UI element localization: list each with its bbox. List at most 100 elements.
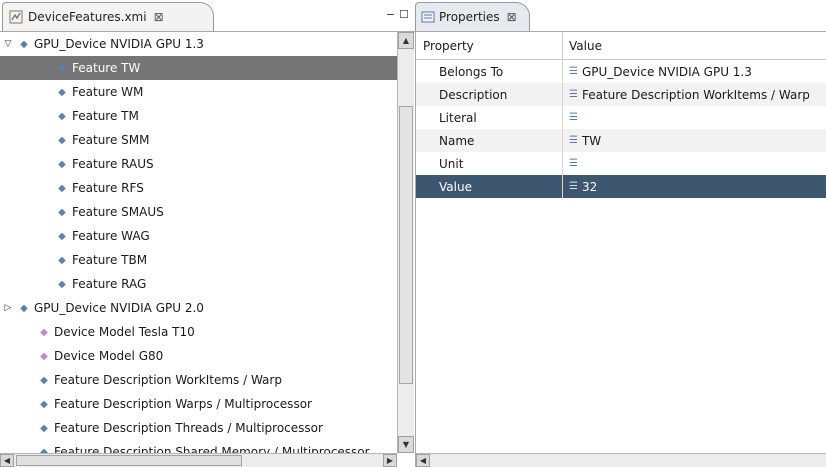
tree-row-label: GPU_Device NVIDIA GPU 1.3: [34, 37, 204, 51]
property-row[interactable]: Description ☰ Feature Description WorkItem…: [416, 83, 826, 106]
tree-row-label: Feature Description WorkItems / Warp: [54, 373, 282, 387]
blue-diamond-icon: ◆: [20, 302, 28, 314]
property-name: Value: [416, 175, 563, 198]
tree-row[interactable]: ◆ Feature SMM: [0, 128, 397, 152]
header-value[interactable]: Value: [563, 32, 602, 59]
blue-diamond-icon: ◆: [40, 422, 48, 434]
property-row[interactable]: Literal ☰: [416, 106, 826, 129]
scroll-left-icon[interactable]: ◀: [416, 454, 430, 467]
tree-row-label: Feature RFS: [72, 181, 144, 195]
properties-tab[interactable]: Properties ⊠: [415, 2, 530, 31]
blue-diamond-icon: ◆: [58, 182, 66, 194]
collapsed-twisty-icon[interactable]: ▷: [2, 303, 14, 313]
tree-row-label: Device Model Tesla T10: [54, 325, 195, 339]
property-name: Unit: [416, 152, 563, 175]
value-icon: ☰: [569, 135, 578, 146]
blue-diamond-icon: ◆: [40, 398, 48, 410]
property-value: Feature Description WorkItems / Warp: [581, 87, 810, 102]
properties-pane: Properties ⊠ Property Value Belongs To ☰ G…: [415, 0, 826, 467]
model-tree[interactable]: ▽ ◆ GPU_Device NVIDIA GPU 1.3 ◆ Feature TW ◆ F…: [0, 32, 397, 453]
tree-row-label: Feature Description Threads / Multiproce…: [54, 421, 323, 435]
property-value-cell[interactable]: ☰ 32: [563, 175, 597, 198]
property-name: Name: [416, 129, 563, 152]
close-icon[interactable]: ⊠: [154, 10, 164, 24]
close-icon[interactable]: ⊠: [507, 10, 517, 24]
tree-row[interactable]: ◆ Feature RFS: [0, 176, 397, 200]
scroll-left-icon[interactable]: ◀: [0, 454, 14, 467]
scroll-up-icon[interactable]: ▲: [398, 32, 414, 49]
property-value: TW: [581, 133, 602, 148]
tree-row[interactable]: ◆ Feature RAUS: [0, 152, 397, 176]
minimize-icon[interactable]: −: [386, 8, 395, 21]
tree-row[interactable]: ◆ Feature TW: [0, 56, 397, 80]
property-value: 32: [581, 179, 598, 194]
properties-icon: [421, 9, 435, 25]
tree-row[interactable]: ◆ Feature WAG: [0, 224, 397, 248]
pink-diamond-icon: ◆: [40, 350, 48, 362]
tree-row[interactable]: ◆ Feature Description Shared Memory / Mul…: [0, 440, 397, 453]
tree-row[interactable]: ◆ Device Model Tesla T10: [0, 320, 397, 344]
property-row[interactable]: Belongs To ☰ GPU_Device NVIDIA GPU 1.3: [416, 60, 826, 83]
tree-row[interactable]: ◆ Feature Description Warps / Multiproces…: [0, 392, 397, 416]
tree-row[interactable]: ◆ Device Model G80: [0, 344, 397, 368]
editor-tab-bar: DeviceFeatures.xmi ⊠ − ☐: [0, 0, 415, 32]
tree-vertical-scrollbar[interactable]: ▲ ▼: [397, 32, 414, 453]
property-value-cell[interactable]: ☰: [563, 152, 582, 175]
tree-row-label: Device Model G80: [54, 349, 164, 363]
property-value-cell[interactable]: ☰: [563, 106, 582, 129]
tree-row[interactable]: ◆ Feature WM: [0, 80, 397, 104]
editor-tab[interactable]: DeviceFeatures.xmi ⊠: [2, 2, 214, 31]
blue-diamond-icon: ◆: [58, 134, 66, 146]
property-value: GPU_Device NVIDIA GPU 1.3: [581, 64, 752, 79]
tree-row-label: Feature RAG: [72, 277, 147, 291]
tree-row-label: Feature Description Shared Memory / Mult…: [54, 445, 370, 453]
pink-diamond-icon: ◆: [40, 326, 48, 338]
property-value-cell[interactable]: ☰ Feature Description WorkItems / Warp: [563, 83, 810, 106]
value-icon: ☰: [569, 181, 578, 192]
property-row[interactable]: Unit ☰: [416, 152, 826, 175]
tree-row[interactable]: ◆ Feature RAG: [0, 272, 397, 296]
properties-table-header: Property Value: [416, 32, 826, 60]
expanded-twisty-icon[interactable]: ▽: [2, 39, 14, 49]
xmi-file-icon: [8, 9, 24, 25]
blue-diamond-icon: ◆: [58, 158, 66, 170]
properties-horizontal-scrollbar[interactable]: ◀: [415, 453, 826, 467]
property-value-cell[interactable]: ☰ GPU_Device NVIDIA GPU 1.3: [563, 60, 752, 83]
tree-row[interactable]: ◆ Feature Description WorkItems / Warp: [0, 368, 397, 392]
tree-row[interactable]: ◆ Feature SMAUS: [0, 200, 397, 224]
scroll-thumb[interactable]: [399, 106, 413, 384]
property-name: Description: [416, 83, 563, 106]
property-row[interactable]: Name ☰ TW: [416, 129, 826, 152]
tree-horizontal-scrollbar[interactable]: ◀ ▶: [0, 453, 397, 467]
value-icon: ☰: [569, 66, 578, 77]
blue-diamond-icon: ◆: [58, 254, 66, 266]
scroll-down-icon[interactable]: ▼: [398, 436, 414, 453]
blue-diamond-icon: ◆: [58, 110, 66, 122]
properties-tab-title: Properties: [439, 10, 500, 24]
tree-row-label: Feature TM: [72, 109, 139, 123]
value-icon: ☰: [569, 158, 578, 169]
property-row[interactable]: Value ☰ 32: [416, 175, 826, 198]
blue-diamond-icon: ◆: [58, 206, 66, 218]
tree-row[interactable]: ▷ ◆ GPU_Device NVIDIA GPU 2.0: [0, 296, 397, 320]
tree-row-label: GPU_Device NVIDIA GPU 2.0: [34, 301, 204, 315]
property-value-cell[interactable]: ☰ TW: [563, 129, 601, 152]
value-icon: ☰: [569, 89, 578, 100]
tree-row[interactable]: ◆ Feature TBM: [0, 248, 397, 272]
tree-row[interactable]: ▽ ◆ GPU_Device NVIDIA GPU 1.3: [0, 32, 397, 56]
blue-diamond-icon: ◆: [58, 278, 66, 290]
tree-row[interactable]: ◆ Feature Description Threads / Multiproc…: [0, 416, 397, 440]
blue-diamond-icon: ◆: [40, 374, 48, 386]
editor-pane: DeviceFeatures.xmi ⊠ − ☐ ▽ ◆ GPU_Device NV…: [0, 0, 415, 467]
scroll-right-icon[interactable]: ▶: [383, 454, 397, 467]
blue-diamond-icon: ◆: [58, 62, 66, 74]
tree-row-label: Feature TBM: [72, 253, 148, 267]
header-property[interactable]: Property: [416, 32, 563, 59]
scroll-thumb[interactable]: [16, 455, 242, 466]
tree-row-label: Feature SMAUS: [72, 205, 164, 219]
blue-diamond-icon: ◆: [58, 86, 66, 98]
blue-diamond-icon: ◆: [20, 38, 28, 50]
value-icon: ☰: [569, 112, 578, 123]
maximize-icon[interactable]: ☐: [399, 8, 409, 21]
tree-row[interactable]: ◆ Feature TM: [0, 104, 397, 128]
